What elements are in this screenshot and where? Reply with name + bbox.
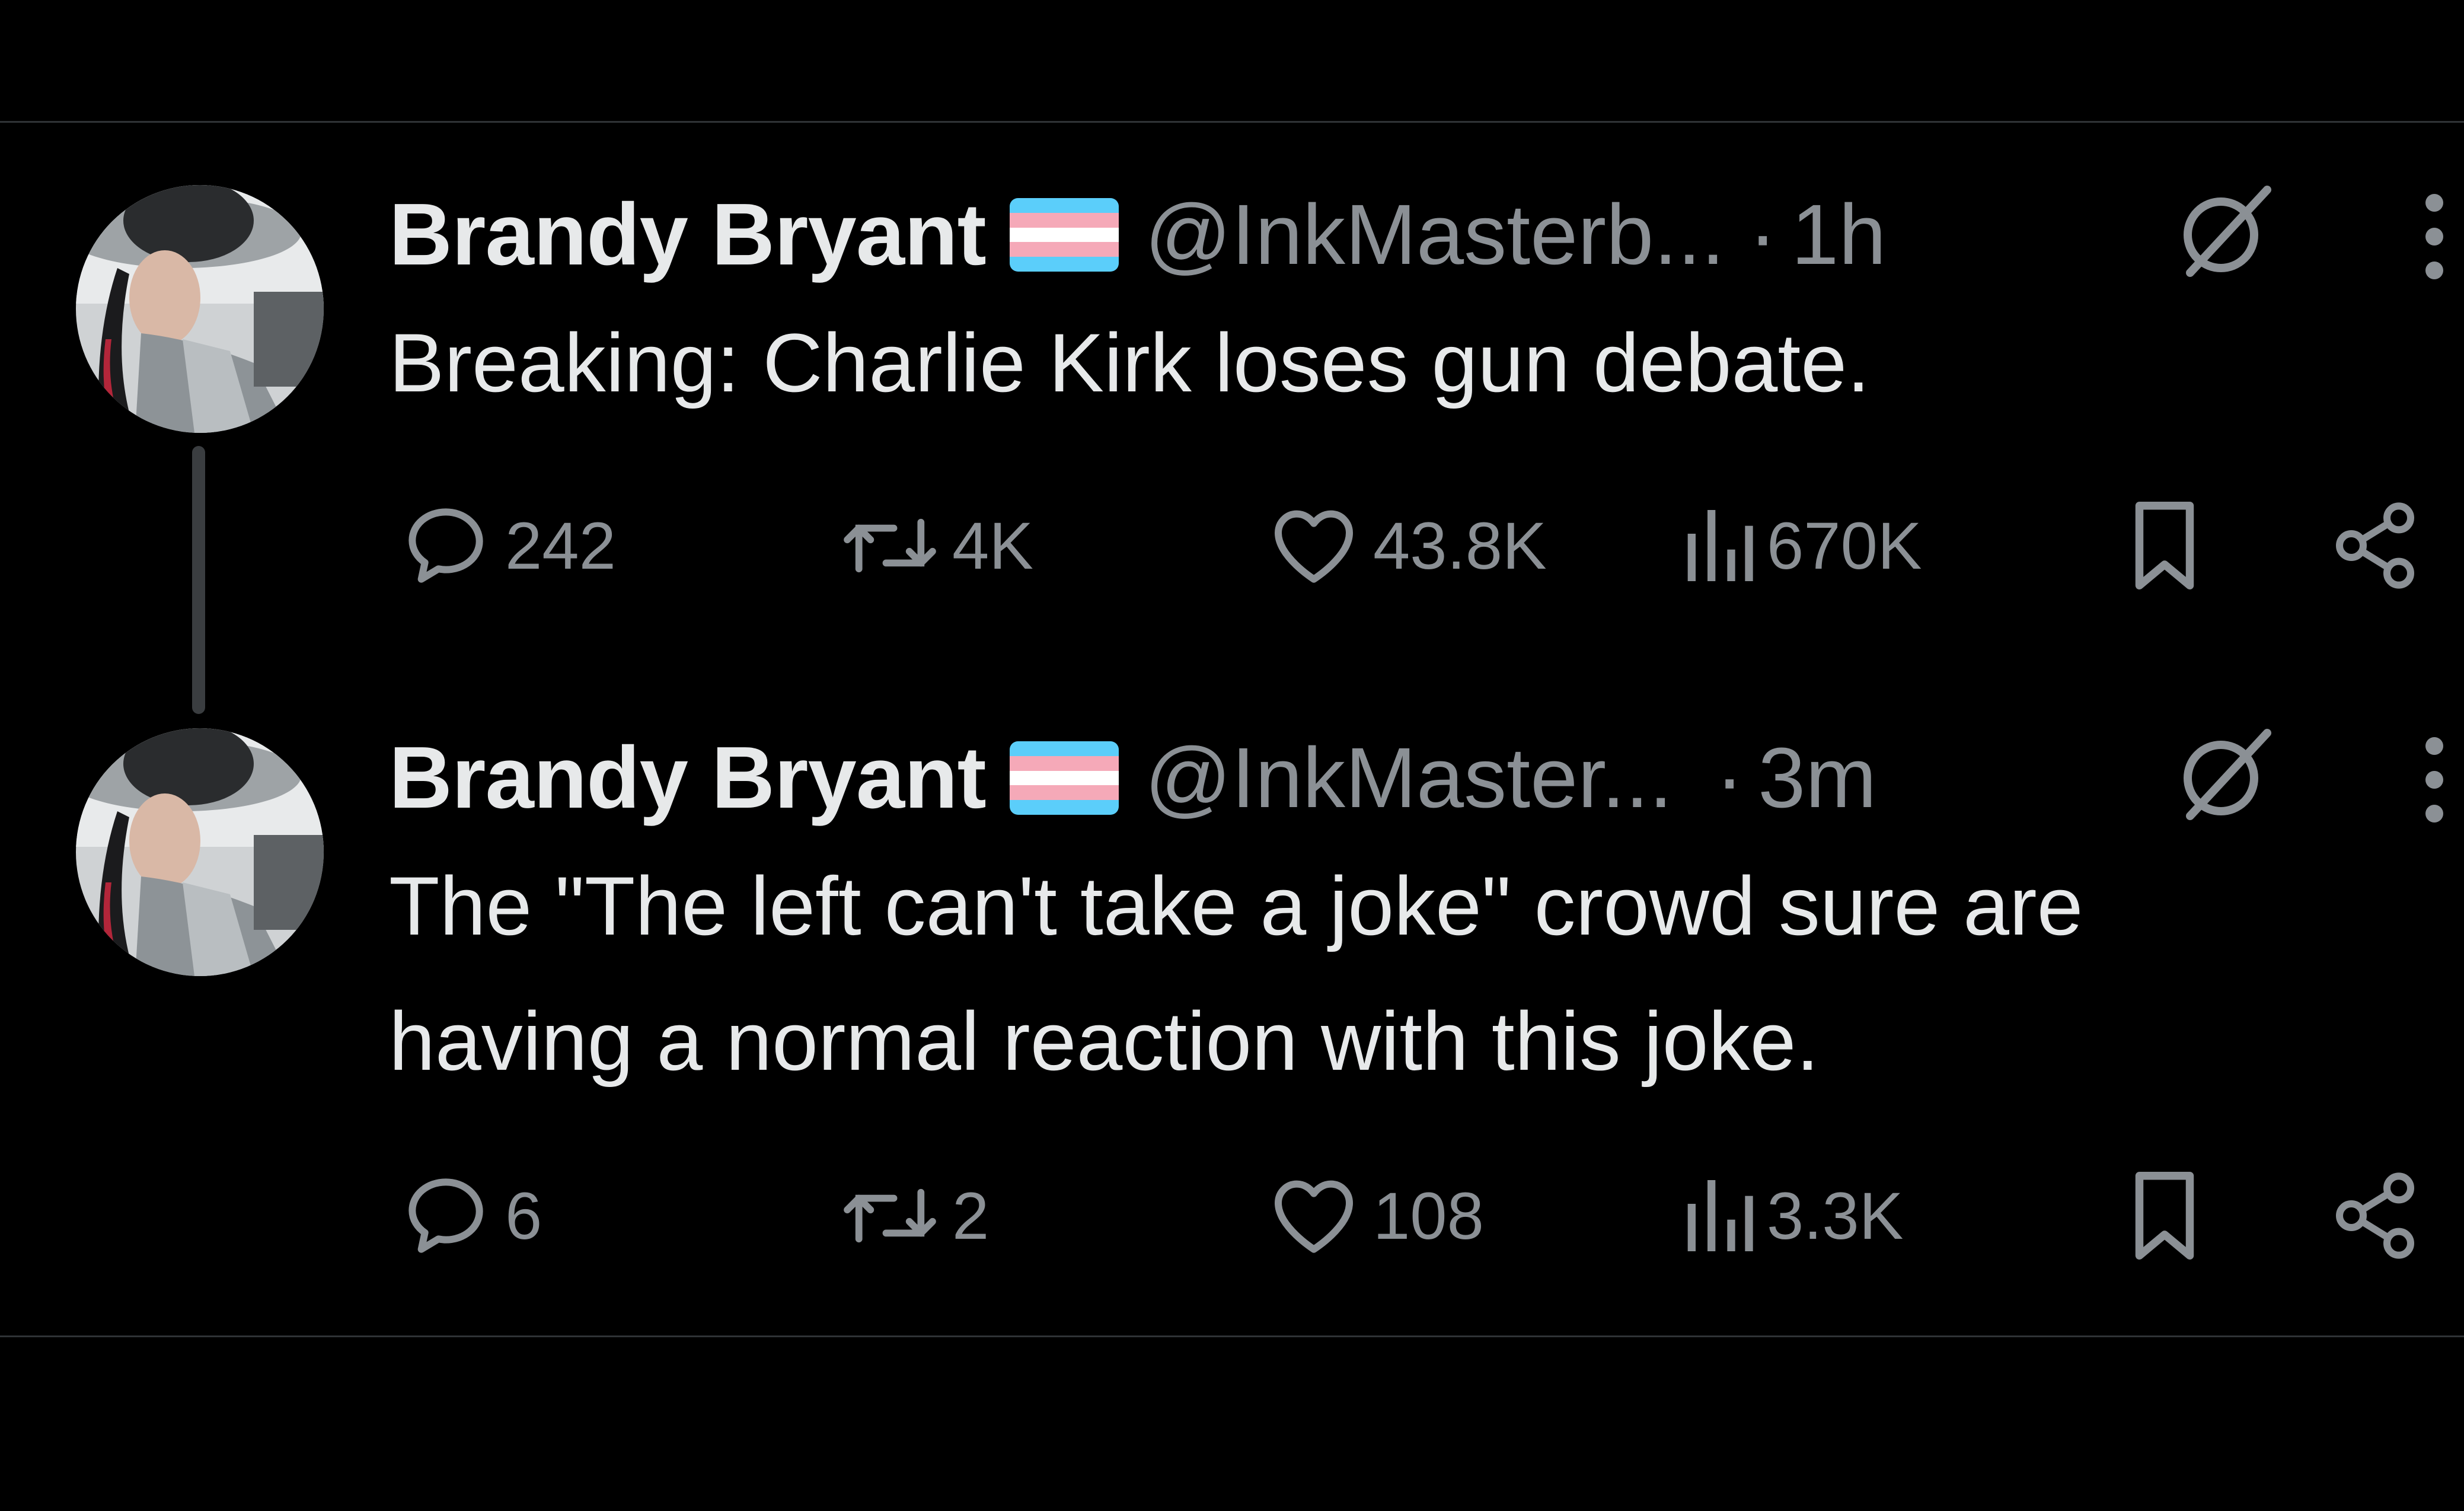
share-button[interactable] [2328, 486, 2422, 605]
bar-chart-icon [1687, 510, 1753, 581]
views-button[interactable]: 3.3K [1684, 1156, 1903, 1275]
avatar[interactable] [76, 728, 324, 976]
view-count: 3.3K [1767, 1178, 1904, 1253]
reply-count: 242 [505, 508, 616, 583]
view-count: 670K [1767, 508, 1922, 583]
display-name[interactable]: Brandy Bryant [389, 184, 987, 285]
tweet-text: Breaking: Charlie Kirk loses gun debate. [389, 295, 1870, 431]
transgender-flag-icon [1009, 198, 1119, 272]
share-icon [2336, 502, 2414, 589]
reply-count: 6 [505, 1178, 542, 1253]
reply-button[interactable]: 6 [398, 1156, 542, 1275]
views-button[interactable]: 670K [1684, 486, 1922, 605]
tweet-header: Brandy Bryant @InkMasterb... · 1h [389, 176, 1886, 294]
reply-button[interactable]: 242 [398, 486, 616, 605]
tweet-text-line: The "The left can't take a joke" crowd s… [389, 859, 2083, 952]
separator-dot: · [1748, 187, 1777, 282]
tweet-text-line: Breaking: Charlie Kirk loses gun debate. [389, 316, 1871, 409]
user-handle[interactable]: @InkMaster... [1145, 729, 1673, 827]
grok-icon[interactable] [2175, 178, 2275, 282]
like-count: 43.8K [1373, 508, 1547, 583]
repost-button[interactable]: 4K [840, 486, 1033, 605]
repost-arrows-icon [844, 1188, 936, 1243]
more-vertical-icon[interactable] [2422, 735, 2446, 827]
like-button[interactable]: 108 [1266, 1156, 1484, 1275]
timestamp[interactable]: 3m [1758, 729, 1876, 827]
bottom-divider [0, 1335, 2464, 1337]
display-name[interactable]: Brandy Bryant [389, 728, 987, 828]
more-vertical-icon[interactable] [2422, 192, 2446, 284]
tweet-text: The "The left can't take a joke" crowd s… [389, 839, 2083, 1109]
repost-arrows-icon [844, 518, 936, 573]
like-count: 108 [1373, 1178, 1484, 1253]
tweet-text-line: having a normal reaction with this joke. [389, 994, 1820, 1088]
grok-icon[interactable] [2175, 721, 2275, 825]
heart-icon [1275, 510, 1353, 583]
bookmark-button[interactable] [2120, 1156, 2209, 1275]
tweet-header: Brandy Bryant @InkMaster... · 3m [389, 719, 1876, 837]
heart-icon [1275, 1180, 1353, 1253]
reply-bubble-icon [408, 1178, 483, 1253]
reply-bubble-icon [408, 508, 483, 583]
repost-button[interactable]: 2 [840, 1156, 989, 1275]
share-icon [2336, 1172, 2414, 1259]
like-button[interactable]: 43.8K [1266, 486, 1547, 605]
avatar[interactable] [76, 185, 324, 433]
share-button[interactable] [2328, 1156, 2422, 1275]
timestamp[interactable]: 1h [1791, 186, 1886, 284]
transgender-flag-icon [1009, 741, 1119, 815]
bar-chart-icon [1687, 1180, 1753, 1251]
bookmark-icon [2135, 1171, 2194, 1260]
bookmark-button[interactable] [2120, 486, 2209, 605]
tweet-actions: 242 4K 43.8K 670K [0, 486, 2464, 605]
separator-dot: · [1715, 730, 1744, 825]
tweet-actions: 6 2 108 3.3K [0, 1156, 2464, 1275]
repost-count: 4K [952, 508, 1033, 583]
top-divider [0, 121, 2464, 123]
bookmark-icon [2135, 501, 2194, 590]
repost-count: 2 [952, 1178, 990, 1253]
user-handle[interactable]: @InkMasterb... [1145, 186, 1725, 284]
